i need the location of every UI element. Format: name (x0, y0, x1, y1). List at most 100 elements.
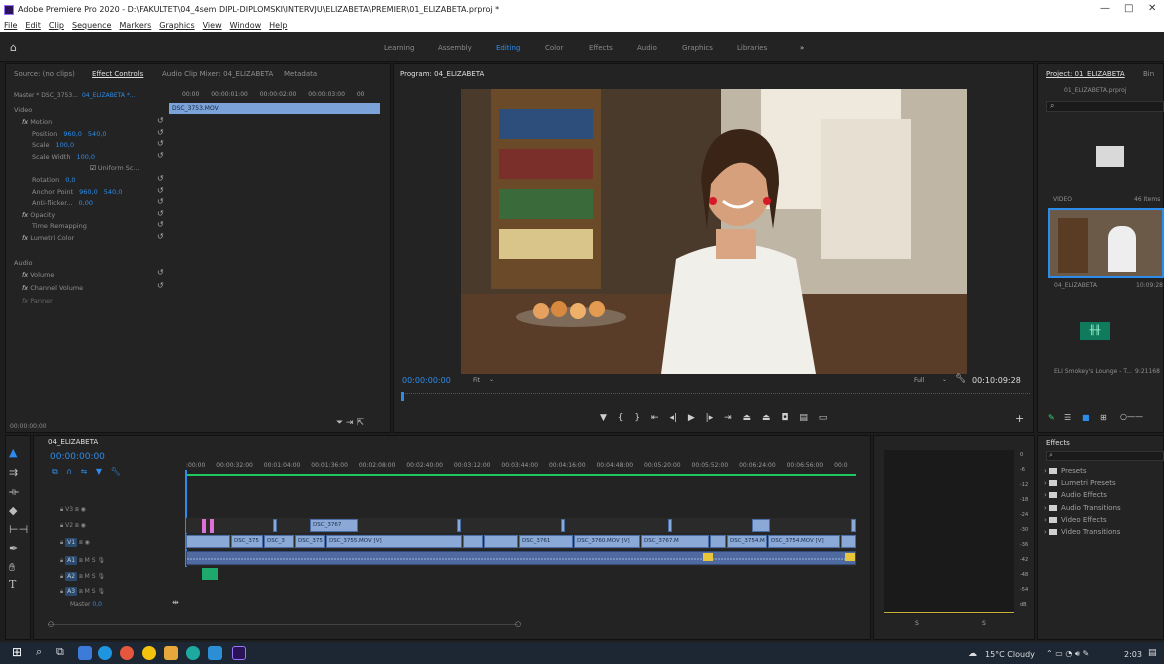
ec-row-value[interactable]: 540,0 (104, 188, 123, 196)
reset-icon[interactable]: ↺ (157, 174, 164, 183)
ws-graphics[interactable]: Graphics (682, 44, 713, 52)
ec-row-value[interactable]: 960,0 (79, 188, 98, 196)
fx-panner[interactable]: fx Panner (22, 297, 53, 305)
v1-clip[interactable] (463, 535, 483, 548)
ec-row-value[interactable]: 540,0 (88, 130, 107, 138)
v1-clip[interactable]: DSC_3754.MOV [V] (768, 535, 840, 548)
track-header-v2[interactable]: 🔒︎ V2 ⧈ ◉ (60, 522, 86, 530)
ec-row-value[interactable]: 100,0 (56, 141, 75, 149)
track-label[interactable]: A1 (65, 556, 78, 565)
menu-clip[interactable]: Clip (49, 21, 64, 30)
minimize-button[interactable]: — (1100, 3, 1110, 14)
notification-icon[interactable]: ▤ (1148, 648, 1157, 658)
v1-clip[interactable]: DSC_3767.M (641, 535, 709, 548)
chevron-down-icon[interactable]: ⌄ (942, 376, 947, 383)
freeform-view-icon[interactable]: ⊞ (1100, 413, 1107, 422)
v2-clip[interactable]: DSC_3767 (310, 519, 358, 532)
ws-color[interactable]: Color (545, 44, 563, 52)
track-label[interactable]: A2 (65, 572, 78, 581)
effects-search-input[interactable] (1046, 451, 1164, 461)
tab-metadata[interactable]: Metadata (284, 70, 317, 78)
ec-timecode[interactable]: 00:00:00:00 (10, 423, 47, 430)
v1-clip[interactable]: DSC_3760.MOV [V] (574, 535, 640, 548)
v1-clip[interactable] (710, 535, 726, 548)
menu-view[interactable]: View (203, 21, 222, 30)
step-back-icon[interactable]: ◂| (669, 413, 677, 423)
ec-row-value[interactable]: 960,0 (63, 130, 82, 138)
v1-clip[interactable] (841, 535, 856, 548)
audio-keyframe[interactable] (845, 553, 855, 561)
track-header-v1[interactable]: 🔒︎ V1 ⧈ ◉ (60, 538, 90, 547)
v1-clip[interactable]: DSC_375 (295, 535, 325, 548)
ec-row-0[interactable]: fx Motion (22, 118, 52, 126)
explorer-icon[interactable] (78, 646, 92, 660)
scroll-handle[interactable]: ○ (48, 620, 54, 628)
hand-tool-icon[interactable]: ✋︎ (9, 561, 15, 575)
v2-clip[interactable] (561, 519, 565, 532)
graphic-clip[interactable] (202, 519, 206, 533)
extract-icon[interactable]: ⏏ (762, 413, 771, 423)
opera-icon[interactable] (120, 646, 134, 660)
audio-keyframe[interactable] (703, 553, 713, 561)
razor-tool-icon[interactable]: ◆ (9, 504, 17, 517)
ec-row-9[interactable]: Time Remapping (32, 222, 87, 230)
tab-bin[interactable]: Bin (1143, 70, 1154, 78)
menu-window[interactable]: Window (230, 21, 262, 30)
v2-clip[interactable] (273, 519, 277, 532)
timeline-h-scrollbar[interactable] (48, 624, 518, 628)
audio-clip-icon[interactable]: ╫╫ (1080, 322, 1110, 340)
menu-help[interactable]: Help (269, 21, 287, 30)
ec-row-8[interactable]: fx Opacity (22, 211, 55, 219)
files-icon[interactable] (164, 646, 178, 660)
effects-folder-3[interactable]: › Audio Transitions (1044, 504, 1121, 512)
track-label[interactable]: A3 (65, 587, 78, 596)
reset-icon[interactable]: ↺ (157, 220, 164, 229)
ws-effects[interactable]: Effects (589, 44, 613, 52)
timeline-tool-icons[interactable]: ⧉ ∩ ⇋ ▼ 🔧︎ (52, 467, 121, 477)
reset-icon[interactable]: ↺ (157, 151, 164, 160)
edge-icon[interactable] (98, 646, 112, 660)
slip-tool-icon[interactable]: ⊢⊣ (9, 523, 28, 536)
ec-row-10[interactable]: fx Lumetri Color (22, 234, 74, 242)
pencil-icon[interactable]: ✎ (1048, 413, 1055, 422)
close-button[interactable]: ✕ (1148, 3, 1156, 14)
v1-clip[interactable]: DSC_3754.M (727, 535, 767, 548)
track-header-a2[interactable]: 🔒︎ A2 ⧈ M S 🎙︎ (60, 572, 105, 581)
program-monitor-title[interactable]: Program: 04_ELIZABETA (400, 70, 484, 78)
selection-tool-icon[interactable]: ▲ (9, 446, 17, 459)
mark-out-icon[interactable]: } (634, 413, 640, 423)
track-controls-icon[interactable]: ⧈ ◉ (73, 506, 86, 513)
ec-row-6[interactable]: Anchor Point 960,0 540,0 (32, 188, 122, 196)
effects-folder-4[interactable]: › Video Effects (1044, 516, 1107, 524)
ws-audio[interactable]: Audio (637, 44, 657, 52)
track-header-v3[interactable]: 🔒︎ V3 ⧈ ◉ (60, 506, 86, 514)
type-tool-icon[interactable]: T (9, 578, 16, 591)
effects-folder-0[interactable]: › Presets (1044, 467, 1087, 475)
ec-row-value[interactable]: 100,0 (76, 153, 95, 161)
comparison-icon[interactable]: ▤ (799, 413, 808, 423)
tab-source[interactable]: Source: (no clips) (14, 70, 75, 78)
scroll-handle[interactable]: ○ (515, 620, 521, 628)
ws-editing[interactable]: Editing (496, 44, 520, 52)
clip-thumbnail[interactable] (1048, 208, 1164, 278)
ec-row-5[interactable]: Rotation 0,0 (32, 176, 76, 184)
menu-graphics[interactable]: Graphics (159, 21, 194, 30)
effects-title[interactable]: Effects (1046, 439, 1070, 447)
reset-icon[interactable]: ↺ (157, 197, 164, 206)
a1-audio-clip[interactable] (186, 551, 856, 565)
v2-clip[interactable] (668, 519, 672, 532)
export-frame-icon[interactable]: ◘ (781, 413, 788, 423)
ws-learning[interactable]: Learning (384, 44, 414, 52)
safe-margins-icon[interactable]: ▭ (819, 413, 828, 423)
checkbox-icon[interactable]: ☑ (90, 164, 98, 172)
solo-button[interactable]: S (915, 620, 919, 627)
ec-row-value[interactable]: 0,00 (79, 199, 93, 207)
track-header-a3[interactable]: 🔒︎ A3 ⧈ M S 🎙︎ (60, 587, 105, 596)
ripple-edit-tool-icon[interactable]: ⟛ (9, 485, 19, 499)
v2-clip[interactable] (457, 519, 461, 532)
ec-clip-bar[interactable]: DSC_3753.MOV (169, 103, 380, 114)
list-view-icon[interactable]: ☰ (1064, 413, 1071, 422)
solo-button[interactable]: S (982, 620, 986, 627)
track-controls-icon[interactable]: ⧈ M S 🎙︎ (77, 573, 105, 580)
pen-tool-icon[interactable]: ✒ (9, 542, 18, 555)
